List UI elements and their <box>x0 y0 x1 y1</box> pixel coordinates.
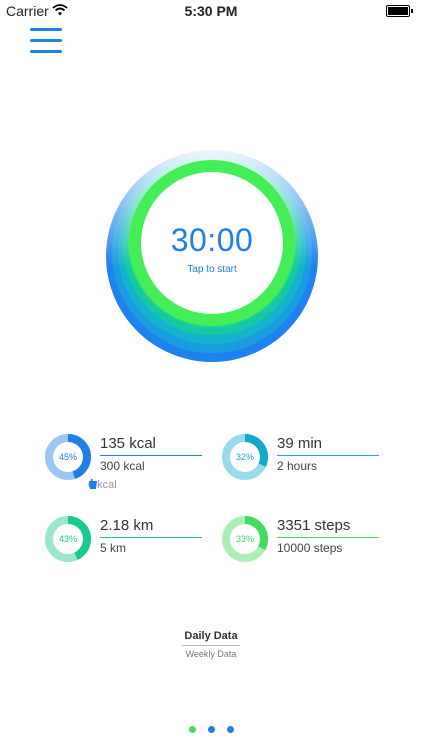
duration-percent: 32% <box>235 452 254 462</box>
tab-weekly-data[interactable]: Weekly Data <box>0 649 422 659</box>
timer-display: 30:00 <box>170 222 254 258</box>
steps-stat[interactable]: 33% 3351 steps 10000 steps <box>221 515 401 571</box>
steps-divider <box>277 537 379 538</box>
distance-goal: 5 km <box>100 541 127 555</box>
distance-divider <box>100 537 202 538</box>
clock: 5:30 PM <box>184 3 238 19</box>
duration-goal: 2 hours <box>277 459 318 473</box>
hamburger-icon-line-top <box>30 28 62 31</box>
hamburger-icon-line-bottom <box>30 50 62 53</box>
calories-goal: 300 kcal <box>100 459 145 473</box>
calories-value: 135 kcal <box>100 435 156 452</box>
duration-stat[interactable]: 32% 39 min 2 hours <box>221 433 401 489</box>
data-range-tabs: Daily Data Weekly Data <box>0 630 422 659</box>
tab-divider <box>182 645 240 646</box>
water-intake: 0 kcal <box>88 479 117 491</box>
duration-value: 39 min <box>277 435 323 452</box>
steps-value: 3351 steps <box>277 517 351 534</box>
battery-icon <box>386 5 413 17</box>
calories-divider <box>100 455 202 456</box>
tab-daily-data[interactable]: Daily Data <box>0 630 422 642</box>
tap-to-start-label: Tap to start <box>187 264 237 275</box>
distance-stat[interactable]: 43% 2.18 km 5 km <box>44 515 224 571</box>
calories-percent: 45% <box>58 452 77 462</box>
distance-value: 2.18 km <box>100 517 154 534</box>
distance-percent: 43% <box>58 534 77 544</box>
page-dot[interactable] <box>188 726 196 733</box>
timer-button[interactable]: 30:00 Tap to start <box>96 140 328 372</box>
page-indicator[interactable] <box>0 726 422 733</box>
hamburger-icon-line-middle <box>30 39 62 42</box>
status-bar: Carrier 5:30 PM <box>0 0 422 22</box>
duration-divider <box>277 455 379 456</box>
cup-icon <box>89 479 97 489</box>
page-dot[interactable] <box>207 726 215 733</box>
page-dot[interactable] <box>226 726 234 733</box>
calories-stat[interactable]: 45% 135 kcal 300 kcal 0 kcal <box>44 433 224 491</box>
steps-goal: 10000 steps <box>277 541 343 555</box>
menu-button[interactable] <box>30 28 62 54</box>
steps-percent: 33% <box>235 534 254 544</box>
